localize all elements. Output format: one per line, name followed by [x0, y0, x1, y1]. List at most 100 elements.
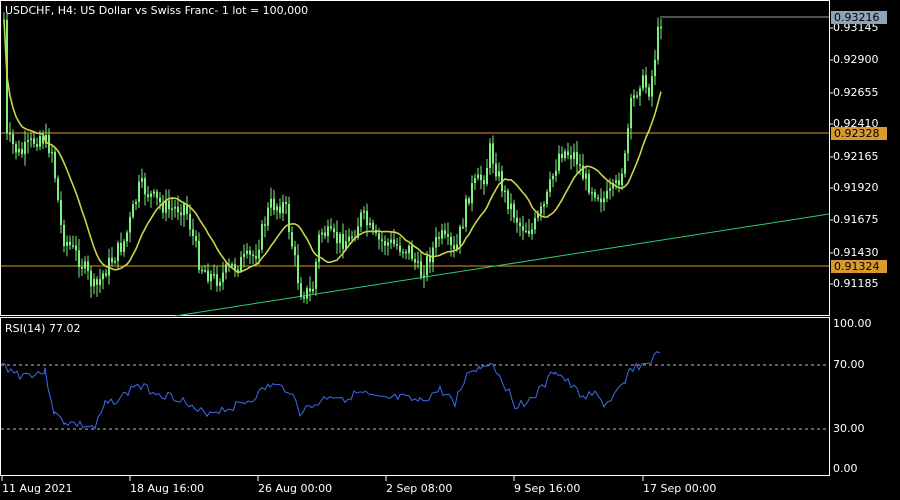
candle-body	[291, 232, 293, 247]
candle-body	[339, 234, 341, 244]
candle-body	[447, 234, 449, 237]
candle-body	[477, 174, 479, 179]
candle-body	[483, 180, 485, 185]
candle-body	[657, 26, 659, 60]
candle-body	[174, 206, 176, 209]
candle-body	[261, 224, 263, 250]
candle-body	[117, 242, 119, 261]
candle-body	[183, 204, 185, 216]
candle-body	[303, 296, 305, 299]
level-high-tag: 0.92328	[831, 127, 887, 140]
candle-body	[237, 269, 239, 271]
candle-body	[243, 253, 245, 258]
candle-body	[513, 203, 515, 218]
candle-body	[474, 178, 476, 184]
candle-body	[600, 198, 602, 203]
candle-body	[273, 198, 275, 211]
candle-body	[468, 198, 470, 204]
candle-body	[159, 197, 161, 203]
candle-body	[276, 206, 278, 211]
candle-body	[141, 178, 143, 182]
price-label-6: 0.91920	[833, 181, 879, 194]
candle-body	[540, 206, 542, 214]
rsi-level-70: 70.00	[833, 358, 865, 371]
candle-body	[639, 88, 641, 96]
candle-body	[78, 250, 80, 268]
candle-body	[438, 237, 440, 239]
candle-body	[573, 152, 575, 159]
candle-body	[342, 234, 344, 249]
candle-body	[54, 151, 56, 179]
candle-body	[21, 148, 23, 155]
candle-body	[390, 239, 392, 243]
candle-body	[432, 247, 434, 263]
candle-body	[630, 98, 632, 129]
candle-body	[168, 200, 170, 210]
candle-body	[531, 229, 533, 234]
candle-body	[315, 261, 317, 289]
candle-body	[132, 204, 134, 217]
candle-body	[351, 236, 353, 239]
candle-body	[618, 180, 620, 186]
candle-body	[264, 224, 266, 226]
candle-body	[384, 241, 386, 246]
candle-body	[603, 198, 605, 203]
candle-body	[219, 282, 221, 286]
candle-body	[33, 138, 35, 145]
candle-body	[150, 193, 152, 197]
chart-title: USDCHF, H4: US Dollar vs Swiss Franc- 1 …	[5, 4, 309, 17]
candle-body	[240, 257, 242, 271]
price-label-3: 0.92655	[833, 86, 879, 99]
candle-body	[147, 194, 149, 197]
candle-body	[654, 59, 656, 77]
candle-body	[51, 151, 53, 154]
candle-body	[519, 222, 521, 227]
candle-body	[270, 198, 272, 208]
candle-body	[567, 151, 569, 156]
candle-body	[624, 153, 626, 174]
candle-body	[465, 198, 467, 227]
rsi-level-100: 100.00	[833, 317, 872, 330]
candle-body	[411, 245, 413, 260]
candle-body	[423, 275, 425, 277]
candle-body	[36, 144, 38, 147]
candle-body	[393, 239, 395, 245]
candle-body	[564, 151, 566, 159]
candle-body	[633, 95, 635, 99]
candle-body	[279, 206, 281, 214]
current-price-tag: 0.93216	[831, 11, 887, 24]
rsi-panel-frame	[0, 317, 830, 476]
candle-body	[528, 230, 530, 234]
candle-body	[348, 236, 350, 242]
candle-body	[387, 242, 389, 246]
candle-body	[558, 153, 560, 171]
candle-body	[156, 191, 158, 198]
candle-body	[504, 190, 506, 192]
candle-body	[450, 236, 452, 246]
candle-body	[135, 201, 137, 205]
candle-body	[561, 153, 563, 159]
candle-body	[648, 87, 650, 97]
candle-body	[222, 272, 224, 283]
trendline	[174, 213, 830, 317]
candle-body	[294, 246, 296, 256]
candle-body	[84, 261, 86, 269]
candle-body	[69, 241, 71, 246]
chart-canvas[interactable]	[0, 0, 900, 500]
candle-body	[549, 179, 551, 192]
candle-body	[207, 270, 209, 282]
candle-body	[285, 202, 287, 204]
time-label-1: 11 Aug 2021	[2, 482, 73, 495]
candle-body	[153, 191, 155, 194]
candle-body	[606, 190, 608, 199]
candle-body	[105, 273, 107, 276]
candle-body	[177, 206, 179, 213]
candle-body	[288, 203, 290, 233]
rsi-level-0: 0.00	[833, 462, 858, 475]
rsi-level-30: 30.00	[833, 422, 865, 435]
candle-body	[516, 217, 518, 223]
candle-body	[579, 164, 581, 167]
candle-body	[597, 197, 599, 200]
candle-body	[30, 138, 32, 141]
candle-body	[195, 235, 197, 241]
